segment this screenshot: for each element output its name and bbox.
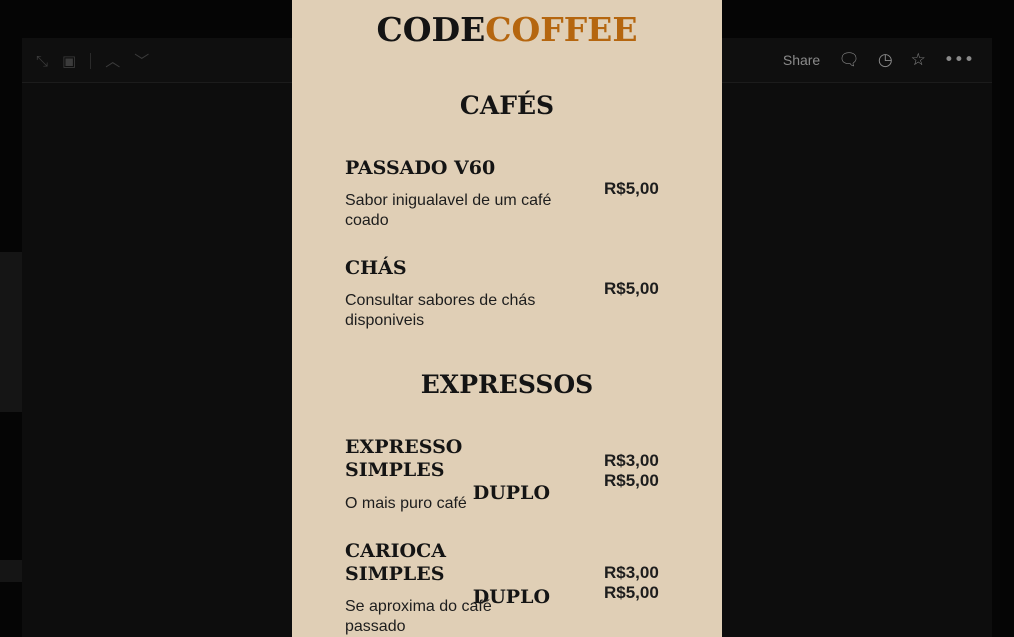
item-price-carioca-duplo: R$5,00 bbox=[604, 583, 659, 602]
monitor-icon[interactable]: ▣ bbox=[62, 52, 76, 70]
item-title-expresso-line1: EXPRESSO SIMPLES bbox=[345, 436, 463, 481]
brand-part-coffee: COFFEE bbox=[485, 10, 638, 49]
item-desc-passado-v60: Sabor inigualavel de um café coado bbox=[345, 192, 552, 229]
brand-part-code: CODE bbox=[376, 10, 486, 49]
item-price-carioca-simples: R$3,00 bbox=[604, 563, 659, 582]
brand-logo: CODECOFFEE bbox=[292, 10, 722, 49]
history-icon[interactable]: ◷ bbox=[878, 50, 893, 70]
section-title-expressos: EXPRESSOS bbox=[420, 370, 594, 399]
toolbar-divider bbox=[90, 52, 92, 69]
chevron-up-icon[interactable]: ︿ bbox=[105, 50, 120, 71]
menu-image: CODECOFFEE CAFÉS PASSADO V60 Sabor inigu… bbox=[292, 0, 722, 637]
more-icon[interactable]: ••• bbox=[944, 50, 974, 70]
item-desc-carioca: Se aproxima do café passado bbox=[345, 598, 492, 635]
star-icon[interactable]: ☆ bbox=[911, 50, 926, 70]
item-title-passado-v60: PASSADO V60 bbox=[345, 157, 496, 179]
item-desc-chas: Consultar sabores de chás disponiveis bbox=[345, 292, 536, 329]
expand-icon[interactable]: ⤡ bbox=[36, 52, 48, 70]
item-title-chas: CHÁS bbox=[345, 257, 407, 279]
chevron-down-icon[interactable]: ﹀ bbox=[134, 50, 149, 71]
toolbar-left-group: ⤡ ▣ ︿ ﹀ bbox=[36, 50, 149, 71]
share-button[interactable]: Share bbox=[783, 52, 820, 68]
toolbar-right-group: Share 🗨 ◷ ☆ ••• bbox=[783, 50, 974, 70]
item-price-passado-v60: R$5,00 bbox=[604, 179, 659, 198]
item-price-chas: R$5,00 bbox=[604, 279, 659, 298]
item-price-expresso-duplo: R$5,00 bbox=[604, 471, 659, 490]
previous-page-fragment[interactable] bbox=[0, 252, 22, 412]
section-title-cafes: CAFÉS bbox=[459, 91, 555, 120]
item-price-expresso-simples: R$3,00 bbox=[604, 451, 659, 470]
previous-page-fragment-bottom bbox=[0, 560, 22, 582]
item-desc-expresso: O mais puro café bbox=[345, 495, 467, 512]
comment-icon[interactable]: 🗨 bbox=[838, 50, 860, 70]
item-title-carioca-line1: CARIOCA SIMPLES bbox=[345, 540, 446, 585]
